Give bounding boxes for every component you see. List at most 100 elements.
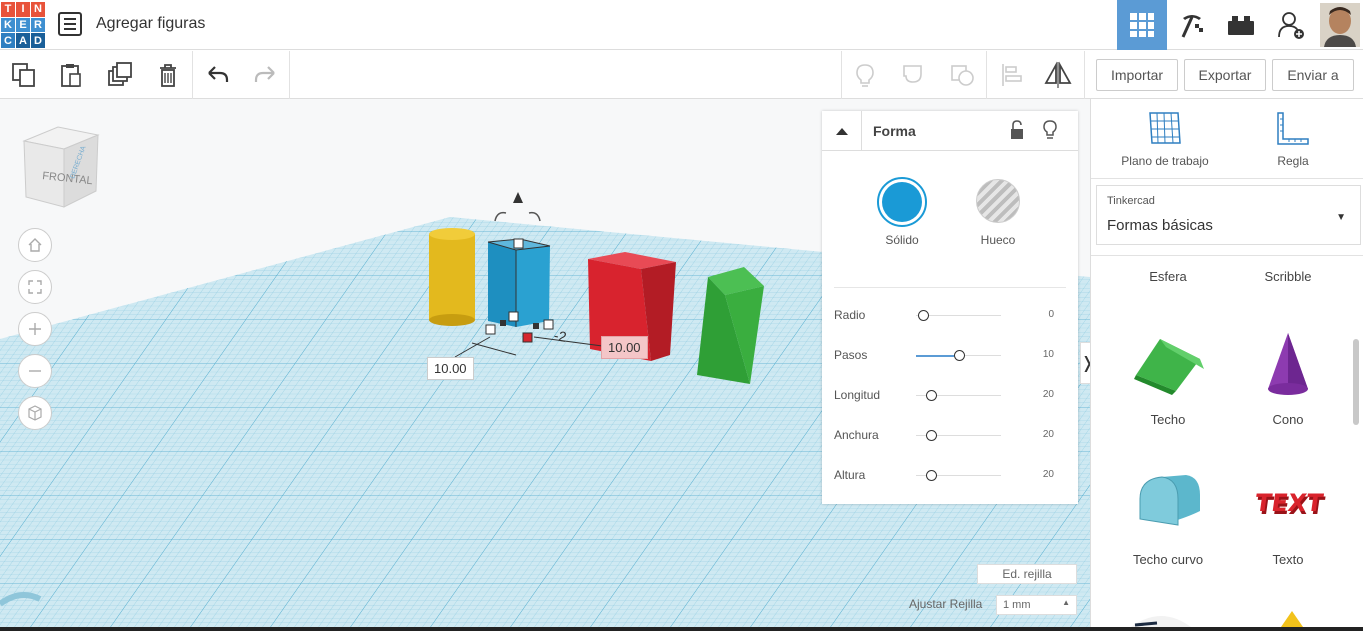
param-radius: Radio 0 xyxy=(834,306,1066,326)
blue-box-selected[interactable] xyxy=(487,238,551,327)
tinkercad-logo[interactable]: T I N K E R C A D xyxy=(1,2,45,48)
cube-icon xyxy=(28,405,42,421)
hide-button[interactable] xyxy=(1042,120,1058,145)
undo-icon xyxy=(208,66,229,82)
edit-grid-button[interactable]: Ed. rejilla xyxy=(977,564,1077,584)
logo-letter: N xyxy=(31,2,45,17)
shape-cone[interactable]: Cono xyxy=(1238,329,1338,427)
home-icon xyxy=(28,238,42,252)
view-cube[interactable]: FRONTAL DERECHA xyxy=(18,121,108,211)
profile-photo-icon xyxy=(1320,3,1360,47)
param-value[interactable]: 20 xyxy=(1043,429,1054,440)
steps-slider[interactable] xyxy=(954,350,965,361)
shape-sphere[interactable]: Esfera xyxy=(1118,269,1218,284)
delete-button[interactable] xyxy=(154,61,182,89)
ungroup-icon xyxy=(951,65,974,86)
param-value[interactable]: 10 xyxy=(1043,349,1054,360)
align-button[interactable] xyxy=(998,61,1026,89)
dropdown-arrow-icon: ▼ xyxy=(1336,212,1346,223)
design-list-icon[interactable] xyxy=(58,12,82,36)
logo-letter: D xyxy=(31,33,45,48)
height-slider[interactable] xyxy=(926,470,937,481)
send-to-button[interactable]: Enviar a xyxy=(1272,59,1354,91)
solid-label: Sólido xyxy=(885,233,919,247)
param-value[interactable]: 20 xyxy=(1043,389,1054,400)
shape-inspector: Forma Sólido Hueco Radio 0 Pasos 10 Long… xyxy=(822,111,1078,504)
show-hidden-button[interactable] xyxy=(851,61,879,89)
grid-view-icon xyxy=(1130,13,1154,37)
perspective-button[interactable] xyxy=(18,396,52,430)
3d-design-view-button[interactable] xyxy=(1117,0,1167,50)
yellow-cylinder[interactable] xyxy=(429,228,475,326)
length-dimension-label[interactable]: 10.00 xyxy=(601,336,648,359)
radius-slider[interactable] xyxy=(918,310,929,321)
hole-label: Hueco xyxy=(980,233,1016,247)
param-label: Anchura xyxy=(834,428,879,442)
import-button[interactable]: Importar xyxy=(1096,59,1178,91)
param-value[interactable]: 20 xyxy=(1043,469,1054,480)
codeblocks-view-button[interactable] xyxy=(1167,0,1217,50)
inspector-title: Forma xyxy=(873,123,916,139)
align-icon xyxy=(1002,64,1022,86)
avatar[interactable] xyxy=(1317,0,1363,50)
shape-text[interactable]: TEXT TEXT Texto xyxy=(1238,469,1338,567)
design-title[interactable]: Agregar figuras xyxy=(96,15,205,33)
home-view-button[interactable] xyxy=(18,228,52,262)
cone-shape-icon xyxy=(1268,333,1308,395)
caret-up-icon xyxy=(835,128,848,135)
mirror-button[interactable] xyxy=(1044,61,1072,89)
lightbulb-icon xyxy=(856,64,874,87)
lightbulb-icon xyxy=(1043,120,1057,139)
undo-button[interactable] xyxy=(204,61,232,89)
rotate-left-arrow-icon[interactable] xyxy=(494,211,507,222)
redo-button[interactable] xyxy=(251,61,279,89)
shape-curved-roof[interactable]: Techo curvo xyxy=(1118,469,1218,567)
snap-grid-select[interactable]: 1 mm ▲ xyxy=(996,595,1077,615)
zoom-out-button[interactable] xyxy=(18,354,52,388)
width-slider[interactable] xyxy=(926,430,937,441)
export-button[interactable]: Exportar xyxy=(1184,59,1266,91)
param-value[interactable]: 0 xyxy=(1048,309,1054,320)
solid-option[interactable] xyxy=(877,177,927,227)
duplicate-icon xyxy=(108,62,132,86)
length-slider[interactable] xyxy=(926,390,937,401)
dropdown-arrow-icon: ▲ xyxy=(1062,598,1070,607)
ruler-tool-label: Regla xyxy=(1277,154,1309,168)
workplane-tool[interactable]: Plano de trabajo xyxy=(1115,111,1215,168)
rotate-right-arrow-icon[interactable] xyxy=(528,211,541,222)
plus-icon xyxy=(29,323,41,335)
add-user-button[interactable] xyxy=(1266,0,1316,50)
redo-icon xyxy=(254,66,275,82)
sidebar-scrollbar[interactable] xyxy=(1353,339,1359,425)
param-label: Altura xyxy=(834,468,866,482)
width-dimension-label[interactable]: 10.00 xyxy=(427,357,474,380)
copy-button[interactable] xyxy=(10,61,38,89)
logo-letter: K xyxy=(1,17,15,33)
shape-label: Esfera xyxy=(1149,269,1187,284)
collapse-inspector-button[interactable] xyxy=(822,111,862,151)
brick-icon xyxy=(1228,16,1254,35)
param-label: Pasos xyxy=(834,348,868,362)
taskbar-edge xyxy=(0,627,1363,631)
param-height: Altura 20 xyxy=(834,466,1066,486)
shape-label: Techo xyxy=(1150,412,1186,427)
hole-option[interactable] xyxy=(976,179,1020,223)
lock-button[interactable] xyxy=(1008,120,1026,145)
ungroup-button[interactable] xyxy=(949,61,977,89)
roof-shape-icon xyxy=(1134,339,1204,395)
shape-scribble[interactable]: Scribble xyxy=(1238,269,1338,284)
ruler-tool[interactable]: Regla xyxy=(1243,111,1343,168)
rotate-handle-icon[interactable] xyxy=(513,192,523,203)
duplicate-button[interactable] xyxy=(106,61,134,89)
shape-library-select[interactable]: Tinkercad Formas básicas ▼ xyxy=(1096,185,1361,245)
shapes-sidebar: Plano de trabajo Regla Tinkercad Formas … xyxy=(1090,99,1363,627)
paste-button[interactable] xyxy=(57,61,85,89)
copy-icon xyxy=(12,63,35,87)
trash-icon xyxy=(160,64,176,87)
bricks-view-button[interactable] xyxy=(1216,0,1266,50)
group-button[interactable] xyxy=(900,61,928,89)
shape-roof[interactable]: Techo xyxy=(1118,329,1218,427)
snap-grid-value: 1 mm xyxy=(1003,599,1031,611)
fit-view-button[interactable] xyxy=(18,270,52,304)
zoom-in-button[interactable] xyxy=(18,312,52,346)
